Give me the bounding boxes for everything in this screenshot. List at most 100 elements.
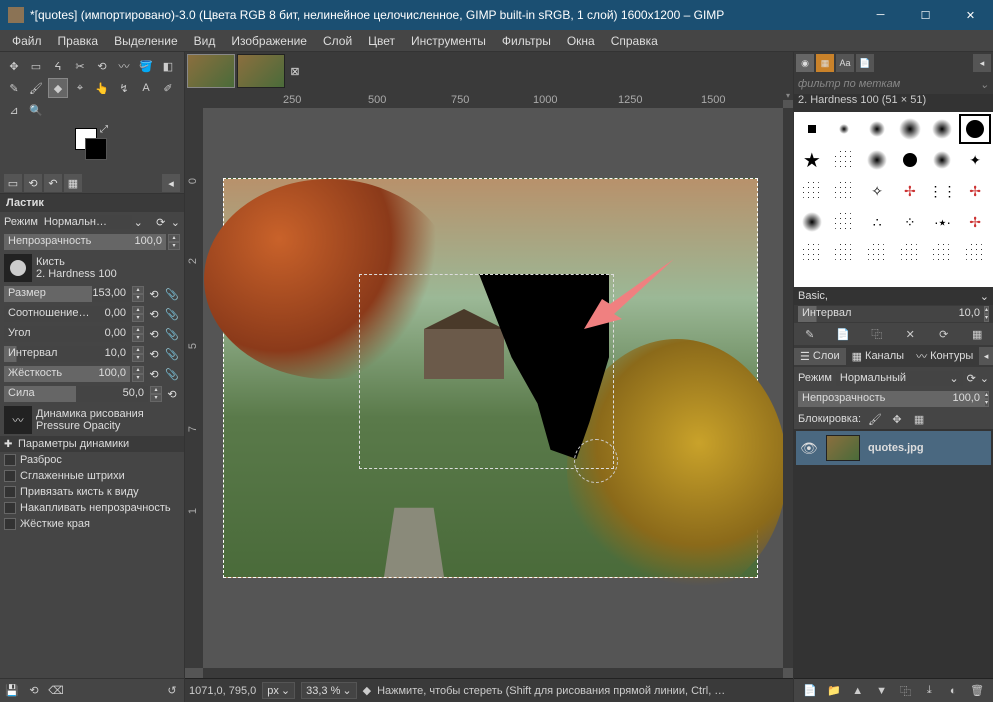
rect-select-tool[interactable]: ▭ xyxy=(26,56,46,76)
aspect-link-icon[interactable]: 📎 xyxy=(164,306,180,322)
open-brush-icon[interactable]: ▦ xyxy=(969,326,985,342)
patterns-tab[interactable]: ▦ xyxy=(816,54,834,72)
layer-group-icon[interactable]: 📁 xyxy=(826,683,842,699)
maximize-button[interactable]: ☐ xyxy=(903,0,948,30)
smooth-checkbox[interactable] xyxy=(4,470,16,482)
brush-item[interactable]: ⋮⋮ xyxy=(927,176,959,206)
delete-preset-icon[interactable]: ⌫ xyxy=(48,683,64,699)
bucket-tool[interactable]: 🪣 xyxy=(136,56,156,76)
brush-item[interactable] xyxy=(894,145,926,175)
fonts-tab[interactable]: Aa xyxy=(836,54,854,72)
images-tab[interactable]: ▦ xyxy=(64,174,82,192)
brush-item[interactable] xyxy=(796,238,828,268)
mode-switch-icon[interactable]: ⟳ xyxy=(967,372,976,385)
close-tab-icon[interactable]: ⊠ xyxy=(287,63,303,79)
duplicate-layer-icon[interactable]: ⿻ xyxy=(897,683,913,699)
image-tab-1[interactable] xyxy=(187,54,235,88)
menu-image[interactable]: Изображение xyxy=(223,32,315,50)
layer-down-icon[interactable]: ▼ xyxy=(874,683,890,699)
brushes-tab[interactable]: ◉ xyxy=(796,54,814,72)
gradient-tool[interactable]: ◧ xyxy=(158,56,178,76)
brush-item[interactable]: ✢ xyxy=(959,176,991,206)
hardness-link-icon[interactable]: 📎 xyxy=(164,366,180,382)
force-slider[interactable]: Сила 50,0 xyxy=(4,386,148,402)
menu-select[interactable]: Выделение xyxy=(106,32,186,50)
layer-up-icon[interactable]: ▲ xyxy=(850,683,866,699)
force-reset-icon[interactable]: ⟲ xyxy=(164,386,180,402)
transform-tool[interactable]: ⟲ xyxy=(92,56,112,76)
minimize-button[interactable]: ─ xyxy=(858,0,903,30)
layer-name-label[interactable]: quotes.jpg xyxy=(868,442,924,454)
menu-help[interactable]: Справка xyxy=(603,32,666,50)
edit-brush-icon[interactable]: ✎ xyxy=(802,326,818,342)
layer-opacity-slider[interactable]: Непрозрачность 100,0 xyxy=(798,391,984,407)
spacing-slider[interactable]: Интервал 10,0 xyxy=(4,346,130,362)
menu-file[interactable]: Файл xyxy=(4,32,50,50)
brush-item[interactable] xyxy=(829,145,861,175)
undo-history-tab[interactable]: ↶ xyxy=(44,174,62,192)
opacity-slider[interactable]: Непрозрачность 100,0 xyxy=(4,234,166,250)
lock-brush-checkbox[interactable] xyxy=(4,486,16,498)
brush-item[interactable] xyxy=(829,114,861,144)
chevron-down-icon[interactable]: ⌄ xyxy=(171,216,180,229)
tab-menu-icon[interactable]: ◂ xyxy=(162,174,180,192)
text-tool[interactable]: A xyxy=(136,78,156,98)
crop-tool[interactable]: ✂ xyxy=(70,56,90,76)
brush-item-selected[interactable] xyxy=(959,114,991,144)
delete-brush-icon[interactable]: ✕ xyxy=(902,326,918,342)
menu-windows[interactable]: Окна xyxy=(559,32,603,50)
brush-item[interactable]: ✦ xyxy=(959,145,991,175)
dock-menu-icon[interactable]: ◂ xyxy=(973,54,991,72)
nav-menu-icon[interactable]: ▾ xyxy=(783,90,793,100)
layers-tab[interactable]: ☰Слои xyxy=(794,348,846,365)
merge-down-icon[interactable]: ⤓ xyxy=(921,683,937,699)
history-tab[interactable]: 📄 xyxy=(856,54,874,72)
layer-mode-combo[interactable]: Нормальный ⌄ xyxy=(836,371,963,386)
unit-combo[interactable]: px ⌄ xyxy=(262,682,295,699)
lock-position-icon[interactable]: ✥ xyxy=(889,411,905,427)
brush-item[interactable] xyxy=(894,238,926,268)
brush-item[interactable]: ✧ xyxy=(861,176,893,206)
canvas-viewport[interactable] xyxy=(203,108,783,654)
clone-tool[interactable]: ⌖ xyxy=(70,78,90,98)
menu-tools[interactable]: Инструменты xyxy=(403,32,494,50)
color-picker-tool[interactable]: ✐ xyxy=(158,78,178,98)
angle-reset-icon[interactable]: ⟲ xyxy=(146,326,162,342)
brush-item[interactable] xyxy=(861,238,893,268)
spacing-link-icon[interactable]: 📎 xyxy=(164,346,180,362)
chevron-down-icon[interactable]: ⌄ xyxy=(980,372,989,385)
new-layer-icon[interactable]: 📄 xyxy=(802,683,818,699)
layer-item[interactable]: 👁 quotes.jpg xyxy=(796,431,991,465)
aspect-slider[interactable]: Соотношение… 0,00 xyxy=(4,306,130,322)
brush-item[interactable]: ★ xyxy=(796,145,828,175)
dynamics-preview[interactable]: 〰 xyxy=(4,406,32,434)
reset-tool-icon[interactable]: ↺ xyxy=(164,683,180,699)
brush-item[interactable] xyxy=(927,114,959,144)
menu-colors[interactable]: Цвет xyxy=(360,32,403,50)
channels-tab[interactable]: ▦Каналы xyxy=(846,348,910,365)
hardness-reset-icon[interactable]: ⟲ xyxy=(146,366,162,382)
brush-item[interactable]: ✢ xyxy=(894,176,926,206)
aspect-reset-icon[interactable]: ⟲ xyxy=(146,306,162,322)
brush-item[interactable] xyxy=(894,114,926,144)
layer-thumbnail[interactable] xyxy=(826,435,860,461)
brush-preset-combo[interactable]: Basic, ⌄ xyxy=(794,287,993,305)
angle-link-icon[interactable]: 📎 xyxy=(164,326,180,342)
vertical-ruler[interactable]: 0 2 5 7 1 xyxy=(185,108,203,668)
hard-edge-checkbox[interactable] xyxy=(4,518,16,530)
brush-item[interactable]: ∴ xyxy=(861,207,893,237)
move-tool[interactable]: ✥ xyxy=(4,56,24,76)
menu-view[interactable]: Вид xyxy=(186,32,224,50)
save-preset-icon[interactable]: 💾 xyxy=(4,683,20,699)
brush-tool[interactable]: 🖌 xyxy=(26,78,46,98)
canvas-image[interactable] xyxy=(223,178,758,578)
size-reset-icon[interactable]: ⟲ xyxy=(146,286,162,302)
eraser-tool[interactable]: ◆ xyxy=(48,78,68,98)
duplicate-brush-icon[interactable]: ⿻ xyxy=(869,326,885,342)
brush-item[interactable]: ⁘ xyxy=(894,207,926,237)
brush-spacing-slider[interactable]: Интервал 10,0 xyxy=(798,306,984,322)
lock-alpha-icon[interactable]: ▦ xyxy=(911,411,927,427)
mode-combo[interactable]: Нормальн… xyxy=(40,215,132,229)
spinner-down[interactable]: ▾ xyxy=(168,242,180,250)
path-tool[interactable]: ↯ xyxy=(114,78,134,98)
